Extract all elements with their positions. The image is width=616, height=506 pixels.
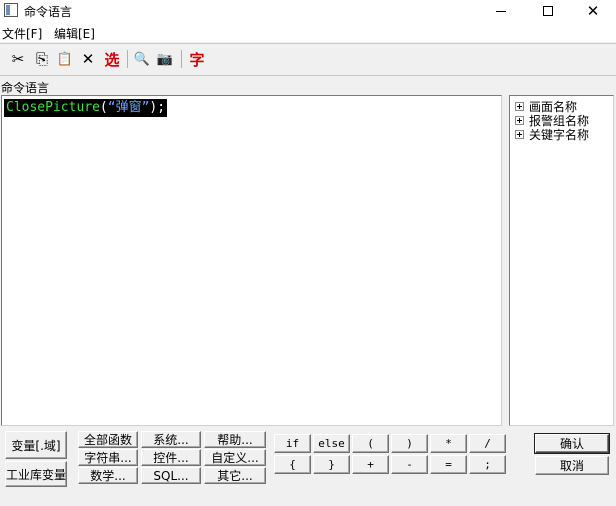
copy-icon[interactable]: ⎘	[32, 49, 52, 69]
key-plus[interactable]: +	[352, 455, 389, 474]
menu-file[interactable]: 文件[F]	[2, 25, 42, 42]
replace-icon[interactable]: 📷	[155, 49, 175, 69]
code-string: “弹窗”	[107, 100, 150, 115]
maximize-icon	[543, 6, 553, 16]
string-functions-button[interactable]: 字符串...	[78, 449, 138, 466]
expand-icon[interactable]	[515, 101, 524, 111]
key-equals[interactable]: =	[430, 455, 467, 474]
custom-functions-button[interactable]: 自定义...	[204, 449, 266, 466]
code-function: ClosePicture	[6, 100, 100, 115]
font-button[interactable]: 字	[186, 49, 208, 69]
system-functions-button[interactable]: 系统...	[141, 431, 201, 448]
tree-item-label: 关键字名称	[529, 127, 590, 142]
toolbar-separator	[127, 50, 128, 68]
code-paren-open: (	[99, 100, 108, 115]
key-else[interactable]: else	[313, 434, 350, 453]
paste-icon[interactable]: 📋	[55, 49, 75, 69]
variable-button[interactable]: 变量[.域]	[5, 431, 67, 459]
minimize-icon	[496, 10, 506, 12]
menu-bar: 文件[F] 编辑[E]	[0, 22, 616, 42]
tree-item-keywords[interactable]: 关键字名称	[515, 127, 590, 142]
app-icon	[4, 3, 18, 17]
key-minus[interactable]: -	[391, 455, 428, 474]
other-functions-button[interactable]: 其它...	[204, 467, 266, 484]
find-icon[interactable]: 🔍	[132, 49, 152, 69]
editor-label: 命令语言	[1, 81, 50, 95]
key-divide[interactable]: /	[469, 434, 506, 453]
math-functions-button[interactable]: 数学...	[78, 467, 138, 484]
industrial-variable-button[interactable]: 工业库变量	[5, 461, 67, 487]
title-bar: 命令语言 ✕	[0, 0, 616, 22]
select-all-button[interactable]: 选	[101, 49, 123, 69]
help-button[interactable]: 帮助...	[204, 431, 266, 448]
expand-icon[interactable]	[515, 129, 524, 139]
toolbar-divider	[0, 75, 616, 76]
code-paren-close: );	[149, 100, 166, 115]
confirm-button[interactable]: 确认	[535, 434, 609, 453]
expand-icon[interactable]	[515, 115, 524, 125]
key-close-brace[interactable]: }	[313, 455, 350, 474]
all-functions-button[interactable]: 全部函数	[78, 431, 138, 448]
toolbar-separator	[181, 50, 182, 68]
key-if[interactable]: if	[274, 434, 311, 453]
toolbar: ✂ ⎘ 📋 ✕ 选 🔍 📷 字	[0, 44, 616, 74]
menu-edit[interactable]: 编辑[E]	[54, 25, 95, 42]
maximize-button[interactable]	[525, 0, 571, 22]
sql-functions-button[interactable]: SQL...	[141, 467, 201, 484]
cut-icon[interactable]: ✂	[8, 49, 28, 69]
key-multiply[interactable]: *	[430, 434, 467, 453]
name-tree: 画面名称 报警组名称 关键字名称	[509, 95, 614, 426]
key-close-paren[interactable]: )	[391, 434, 428, 453]
close-icon: ✕	[586, 1, 600, 20]
close-button[interactable]: ✕	[570, 0, 616, 22]
key-open-brace[interactable]: {	[274, 455, 311, 474]
delete-icon[interactable]: ✕	[78, 49, 98, 69]
minimize-button[interactable]	[478, 0, 524, 22]
window-title: 命令语言	[24, 5, 73, 19]
cancel-button[interactable]: 取消	[535, 456, 609, 475]
code-line[interactable]: ClosePicture(“弹窗”);	[4, 99, 168, 117]
control-functions-button[interactable]: 控件...	[141, 449, 201, 466]
key-semicolon[interactable]: ;	[469, 455, 506, 474]
key-open-paren[interactable]: (	[352, 434, 389, 453]
code-editor[interactable]: ClosePicture(“弹窗”);	[1, 95, 502, 426]
